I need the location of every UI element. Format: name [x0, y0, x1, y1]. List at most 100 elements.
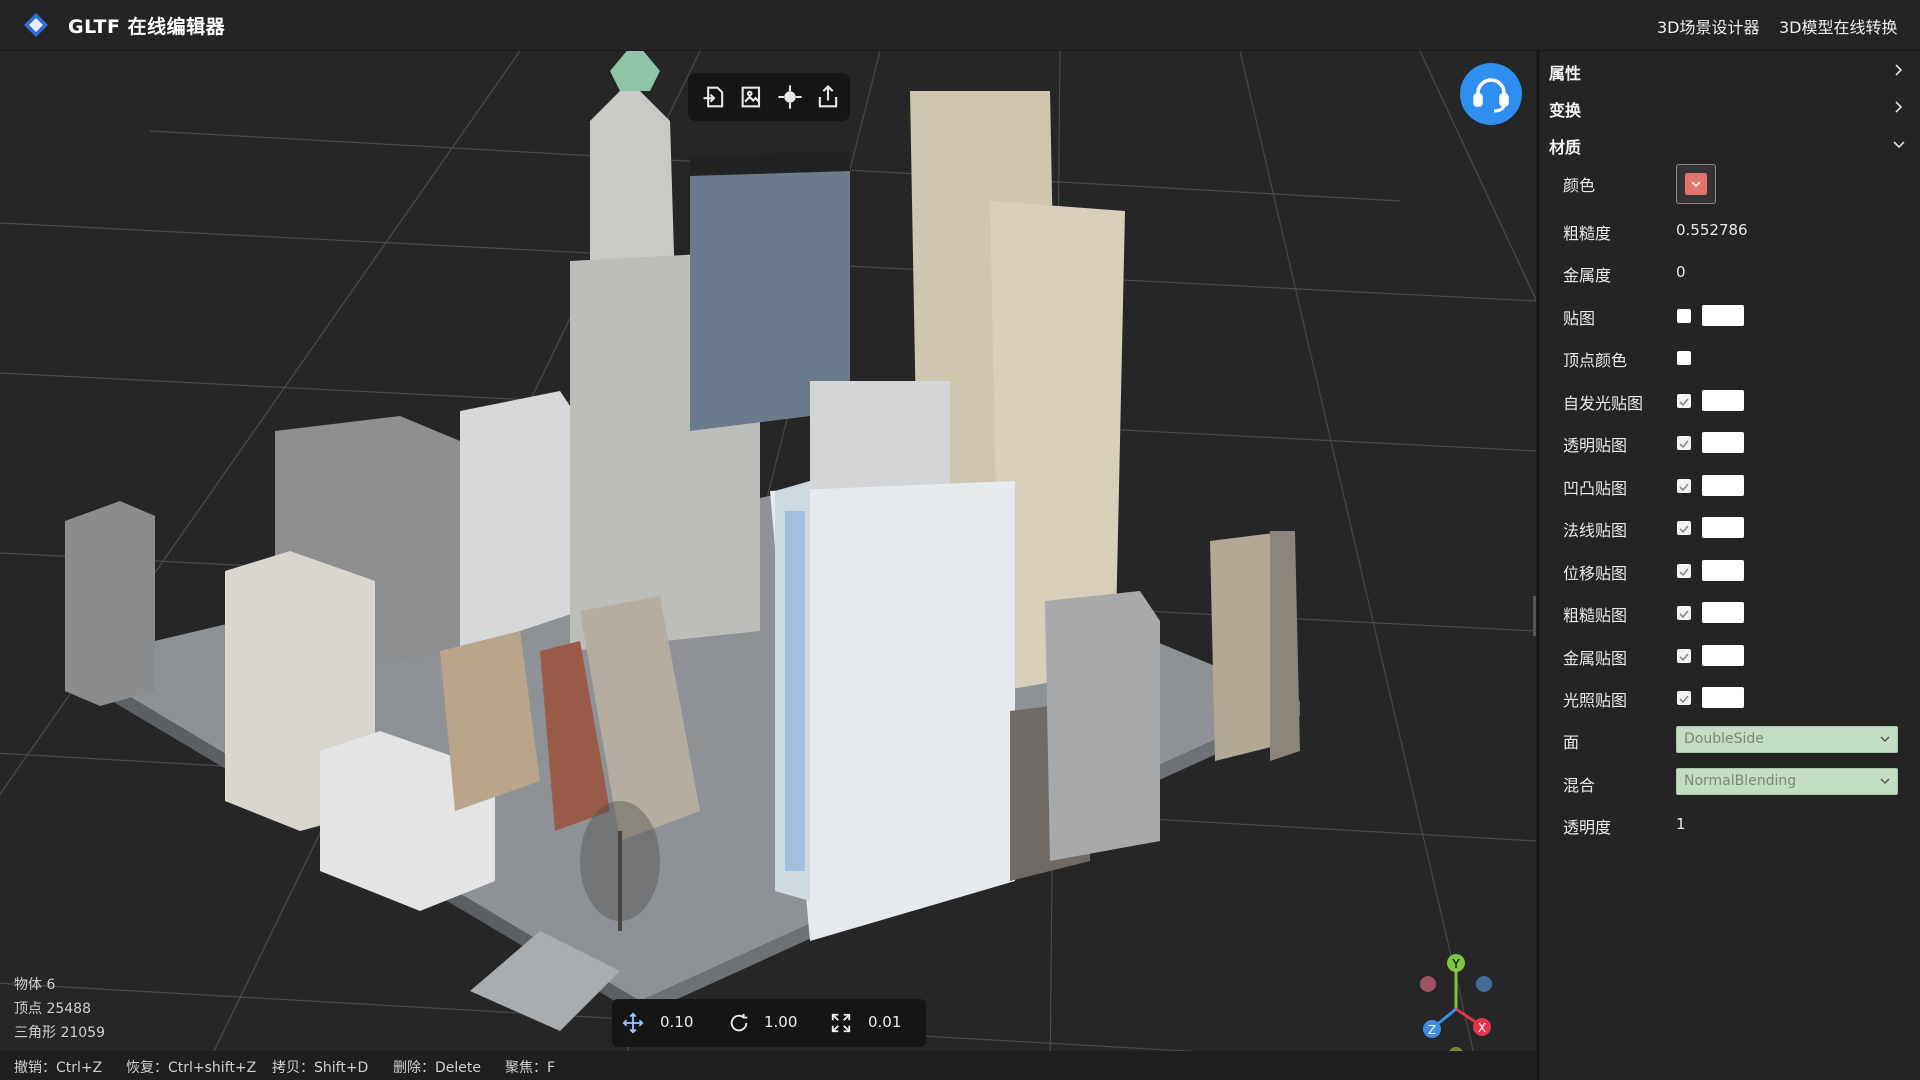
metalness-map-checkbox[interactable] — [1677, 649, 1691, 663]
focus-icon[interactable] — [776, 83, 804, 111]
vertex-count: 顶点 25488 — [14, 1001, 91, 1017]
checkmark-icon — [1679, 483, 1689, 492]
bump-map-texture-slot[interactable] — [1702, 475, 1744, 496]
section-material[interactable]: 材质 — [1549, 134, 1581, 158]
light-map-label: 光照贴图 — [1563, 691, 1628, 710]
emissive-map-texture-slot[interactable] — [1702, 390, 1744, 411]
chevron-down-icon — [1880, 736, 1890, 743]
neg-x-axis-handle — [1420, 976, 1436, 992]
metalness-map-label: 金属贴图 — [1563, 649, 1628, 668]
section-attributes[interactable]: 属性 — [1549, 60, 1581, 84]
undo-hint: 撤销：Ctrl+Z — [14, 1060, 103, 1076]
blending-select[interactable]: NormalBlending — [1676, 768, 1898, 795]
support-button[interactable] — [1460, 63, 1522, 125]
logo-icon — [24, 13, 48, 37]
roughness-label: 粗糙度 — [1563, 224, 1612, 243]
opacity-value[interactable]: 1 — [1676, 815, 1686, 833]
chevron-down-icon[interactable] — [1891, 137, 1907, 153]
y-axis-label: Y — [1451, 957, 1460, 971]
emissive-map-label: 自发光贴图 — [1563, 394, 1644, 413]
roughness-value[interactable]: 0.552786 — [1676, 221, 1748, 239]
color-label: 颜色 — [1563, 176, 1596, 195]
light-map-checkbox[interactable] — [1677, 691, 1691, 705]
section-transform[interactable]: 变换 — [1549, 97, 1581, 121]
scene-designer-link[interactable]: 3D场景设计器 — [1657, 14, 1760, 38]
chevron-right-icon[interactable] — [1891, 62, 1907, 78]
city-model — [65, 51, 1300, 1031]
panel-resize-handle[interactable] — [1533, 596, 1536, 636]
alpha-map-label: 透明贴图 — [1563, 436, 1628, 455]
scale-icon[interactable] — [830, 1012, 852, 1034]
triangle-count: 三角形 21059 — [14, 1025, 105, 1041]
map-texture-slot[interactable] — [1702, 305, 1744, 326]
checkmark-icon — [1679, 440, 1689, 449]
scene-canvas[interactable] — [0, 51, 1536, 1080]
move-icon[interactable] — [622, 1012, 644, 1034]
checkmark-icon — [1679, 525, 1689, 534]
side-select[interactable]: DoubleSide — [1676, 726, 1898, 753]
alpha-map-checkbox[interactable] — [1677, 436, 1691, 450]
map-label: 贴图 — [1563, 309, 1596, 328]
z-axis-label: Z — [1428, 1023, 1436, 1037]
vertex-color-label: 顶点颜色 — [1563, 351, 1628, 370]
copy-hint: 拷贝：Shift+D — [272, 1060, 369, 1076]
displacement-map-texture-slot[interactable] — [1702, 560, 1744, 581]
transform-snap-bar: 0.10 1.00 0.01 — [612, 999, 926, 1047]
checkmark-icon — [1679, 398, 1689, 407]
blending-select-value: NormalBlending — [1684, 773, 1797, 789]
alpha-map-texture-slot[interactable] — [1702, 432, 1744, 453]
move-snap-value[interactable]: 0.10 — [660, 1013, 693, 1031]
metalness-map-texture-slot[interactable] — [1702, 645, 1744, 666]
import-icon[interactable] — [700, 83, 728, 111]
checkmark-icon — [1679, 568, 1689, 577]
model-converter-link[interactable]: 3D模型在线转换 — [1779, 14, 1898, 38]
share-icon[interactable] — [814, 83, 842, 111]
metalness-label: 金属度 — [1563, 266, 1612, 285]
viewport-toolbar — [688, 73, 850, 121]
vertex-color-checkbox[interactable] — [1677, 351, 1691, 365]
export-image-icon[interactable] — [738, 83, 766, 111]
chevron-right-icon[interactable] — [1891, 99, 1907, 115]
headset-icon — [1473, 78, 1509, 113]
checkmark-icon — [1679, 695, 1689, 704]
neg-z-axis-handle — [1476, 976, 1492, 992]
map-checkbox[interactable] — [1677, 309, 1691, 323]
opacity-label: 透明度 — [1563, 818, 1612, 837]
rotate-icon[interactable] — [728, 1012, 750, 1034]
rotate-snap-value[interactable]: 1.00 — [764, 1013, 797, 1031]
axis-gizmo[interactable]: Y X Z — [1400, 951, 1512, 1067]
app-title: GLTF 在线编辑器 — [68, 16, 226, 38]
metalness-value[interactable]: 0 — [1676, 263, 1686, 281]
shortcut-hints: 撤销：Ctrl+Z 恢复：Ctrl+shift+Z 拷贝：Shift+D 删除：… — [0, 1051, 1536, 1080]
normal-map-label: 法线贴图 — [1563, 521, 1628, 540]
focus-hint: 聚焦：F — [505, 1060, 556, 1076]
x-axis-label: X — [1478, 1021, 1486, 1035]
redo-hint: 恢复：Ctrl+shift+Z — [126, 1060, 257, 1076]
chevron-down-icon — [1691, 181, 1701, 188]
bump-map-checkbox[interactable] — [1677, 479, 1691, 493]
displacement-map-checkbox[interactable] — [1677, 564, 1691, 578]
delete-hint: 删除：Delete — [393, 1060, 481, 1076]
roughness-map-label: 粗糙贴图 — [1563, 606, 1628, 625]
blending-label: 混合 — [1563, 776, 1596, 795]
light-map-texture-slot[interactable] — [1702, 687, 1744, 708]
3d-viewport[interactable]: 物体 6 顶点 25488 三角形 21059 0.10 1.00 0.01 Y… — [0, 51, 1536, 1080]
roughness-map-checkbox[interactable] — [1677, 606, 1691, 620]
checkmark-icon — [1679, 610, 1689, 619]
normal-map-checkbox[interactable] — [1677, 521, 1691, 535]
chevron-down-icon — [1880, 778, 1890, 785]
checkmark-icon — [1679, 653, 1689, 662]
side-label: 面 — [1563, 733, 1580, 752]
bump-map-label: 凹凸贴图 — [1563, 479, 1628, 498]
top-bar: GLTF 在线编辑器 3D场景设计器 3D模型在线转换 — [0, 0, 1920, 51]
color-preview — [1685, 173, 1707, 195]
side-select-value: DoubleSide — [1684, 731, 1764, 747]
emissive-map-checkbox[interactable] — [1677, 394, 1691, 408]
object-count: 物体 6 — [14, 977, 56, 993]
color-picker[interactable] — [1676, 164, 1716, 204]
scene-stats: 物体 6 顶点 25488 三角形 21059 — [14, 973, 105, 1045]
scale-snap-value[interactable]: 0.01 — [868, 1013, 901, 1031]
normal-map-texture-slot[interactable] — [1702, 517, 1744, 538]
roughness-map-texture-slot[interactable] — [1702, 602, 1744, 623]
properties-panel: 属性 变换 材质 颜色 粗糙度 0.552786 金属度 0 贴图 顶点颜色 自… — [1538, 51, 1920, 1080]
